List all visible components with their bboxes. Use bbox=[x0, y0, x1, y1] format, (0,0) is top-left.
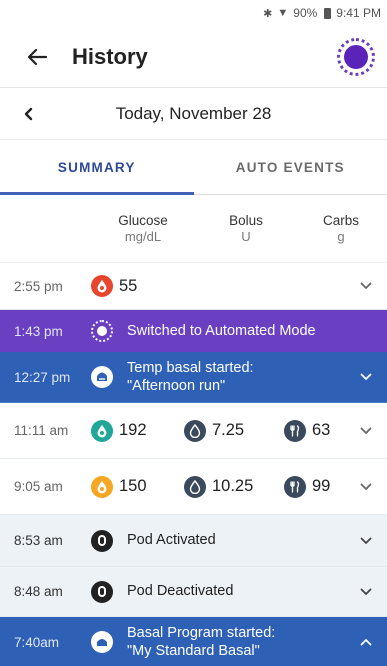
history-row[interactable]: 12:27 pm Temp basal started: "Afternoon … bbox=[0, 352, 387, 403]
wifi-icon: ▼ bbox=[277, 7, 289, 19]
glucose-cell: 192 bbox=[91, 419, 184, 442]
automated-mode-icon bbox=[91, 320, 113, 342]
carbs-header-title: Carbs bbox=[322, 212, 359, 228]
bolus-value: 7.25 bbox=[212, 421, 245, 439]
current-date: Today, November 28 bbox=[115, 103, 272, 123]
carbs-column-header: Carbs g bbox=[301, 213, 381, 245]
low-glucose-icon bbox=[91, 275, 113, 297]
page-title: History bbox=[72, 43, 148, 69]
bolus-header-title: Bolus bbox=[229, 212, 263, 228]
tab-auto-events[interactable]: AUTO EVENTS bbox=[194, 140, 387, 194]
event-text: Temp basal started: "Afternoon run" bbox=[127, 359, 254, 395]
pod-icon bbox=[91, 529, 113, 552]
glucose-cell: 150 bbox=[91, 475, 184, 498]
event-text-line1: Basal Program started: bbox=[127, 624, 276, 641]
glucose-value: 55 bbox=[119, 276, 138, 295]
chevron-left-icon bbox=[24, 107, 33, 120]
tab-summary[interactable]: SUMMARY bbox=[0, 140, 194, 195]
status-bar: ✱ ▼ 90% 9:41 PM bbox=[0, 0, 387, 26]
glucose-value: 192 bbox=[119, 421, 147, 439]
arrow-left-icon bbox=[27, 48, 48, 65]
history-tabs: SUMMARY AUTO EVENTS bbox=[0, 140, 387, 195]
row-time: 12:27 pm bbox=[14, 369, 71, 385]
carbs-icon bbox=[284, 475, 306, 498]
event-text: Basal Program started: "My Standard Basa… bbox=[127, 624, 275, 660]
event-text: Switched to Automated Mode bbox=[127, 322, 316, 339]
carbs-value: 63 bbox=[312, 421, 331, 439]
row-time: 11:11 am bbox=[14, 423, 69, 438]
previous-day-button[interactable] bbox=[14, 99, 44, 129]
chevron-down-icon[interactable] bbox=[357, 368, 375, 386]
high-glucose-icon bbox=[91, 475, 113, 498]
chevron-down-icon[interactable] bbox=[357, 478, 375, 496]
battery-icon bbox=[324, 7, 332, 19]
app-header: History bbox=[0, 26, 387, 88]
history-row[interactable]: 11:11 am 192 7.25 63 bbox=[0, 403, 387, 459]
history-row[interactable]: 8:53 am Pod Activated bbox=[0, 515, 387, 567]
carbs-cell: 99 bbox=[284, 475, 331, 498]
history-row[interactable]: 9:05 am 150 10.25 99 bbox=[0, 459, 387, 515]
pod-shape bbox=[98, 535, 106, 546]
chevron-down-icon[interactable] bbox=[357, 422, 375, 440]
date-navigator: Today, November 28 bbox=[0, 88, 387, 140]
event-text-line2: "Afternoon run" bbox=[127, 378, 226, 394]
chevron-down-icon[interactable] bbox=[357, 583, 375, 601]
bolus-value: 10.25 bbox=[212, 477, 254, 495]
event-text-line1: Temp basal started: bbox=[127, 359, 254, 376]
chevron-down-icon[interactable] bbox=[357, 277, 375, 295]
automated-mode-icon[interactable] bbox=[337, 37, 375, 76]
row-time: 9:05 am bbox=[14, 479, 63, 494]
column-headers: Glucose mg/dL Bolus U Carbs g bbox=[0, 195, 387, 263]
temp-basal-icon bbox=[91, 366, 113, 388]
carbs-header-unit: g bbox=[337, 228, 345, 244]
glucose-cell: 55 bbox=[91, 275, 184, 297]
basal-program-icon bbox=[91, 631, 113, 653]
bolus-icon bbox=[184, 419, 206, 442]
bolus-column-header: Bolus U bbox=[191, 213, 301, 245]
automated-mode-dot bbox=[97, 326, 107, 336]
pod-shape bbox=[98, 586, 106, 597]
row-time: 1:43 pm bbox=[14, 323, 63, 339]
history-row[interactable]: 2:55 pm 55 bbox=[0, 263, 387, 310]
bluetooth-icon: ✱ bbox=[263, 7, 273, 20]
chevron-up-icon[interactable] bbox=[357, 633, 375, 651]
history-row[interactable]: 8:48 am Pod Deactivated bbox=[0, 567, 387, 617]
event-text: Pod Deactivated bbox=[127, 583, 234, 600]
bolus-cell: 7.25 bbox=[184, 419, 284, 442]
row-time: 2:55 pm bbox=[14, 278, 63, 294]
bolus-icon bbox=[184, 475, 206, 498]
row-time: 8:48 am bbox=[14, 584, 63, 599]
history-row[interactable]: 7:40am Basal Program started: "My Standa… bbox=[0, 617, 387, 666]
battery-percent: 90% bbox=[293, 6, 318, 20]
glucose-header-title: Glucose bbox=[118, 212, 168, 228]
chevron-down-icon[interactable] bbox=[357, 532, 375, 550]
row-time: 7:40am bbox=[14, 634, 60, 650]
in-range-glucose-icon bbox=[91, 419, 113, 442]
history-row[interactable]: 1:43 pm Switched to Automated Mode bbox=[0, 310, 387, 352]
carbs-icon bbox=[284, 419, 306, 442]
event-text: Pod Activated bbox=[127, 532, 216, 549]
clock: 9:41 PM bbox=[336, 6, 381, 20]
automated-mode-dot bbox=[344, 44, 368, 69]
row-time: 8:53 am bbox=[14, 533, 63, 548]
glucose-header-unit: mg/dL bbox=[124, 228, 162, 244]
glucose-value: 150 bbox=[119, 477, 147, 495]
back-button[interactable] bbox=[16, 36, 58, 78]
bolus-cell: 10.25 bbox=[184, 475, 284, 498]
event-text-line2: "My Standard Basal" bbox=[127, 643, 260, 659]
pod-icon bbox=[91, 580, 113, 603]
carbs-cell: 63 bbox=[284, 419, 331, 442]
carbs-value: 99 bbox=[312, 477, 331, 495]
glucose-column-header: Glucose mg/dL bbox=[103, 213, 183, 245]
bolus-header-unit: U bbox=[241, 228, 251, 244]
